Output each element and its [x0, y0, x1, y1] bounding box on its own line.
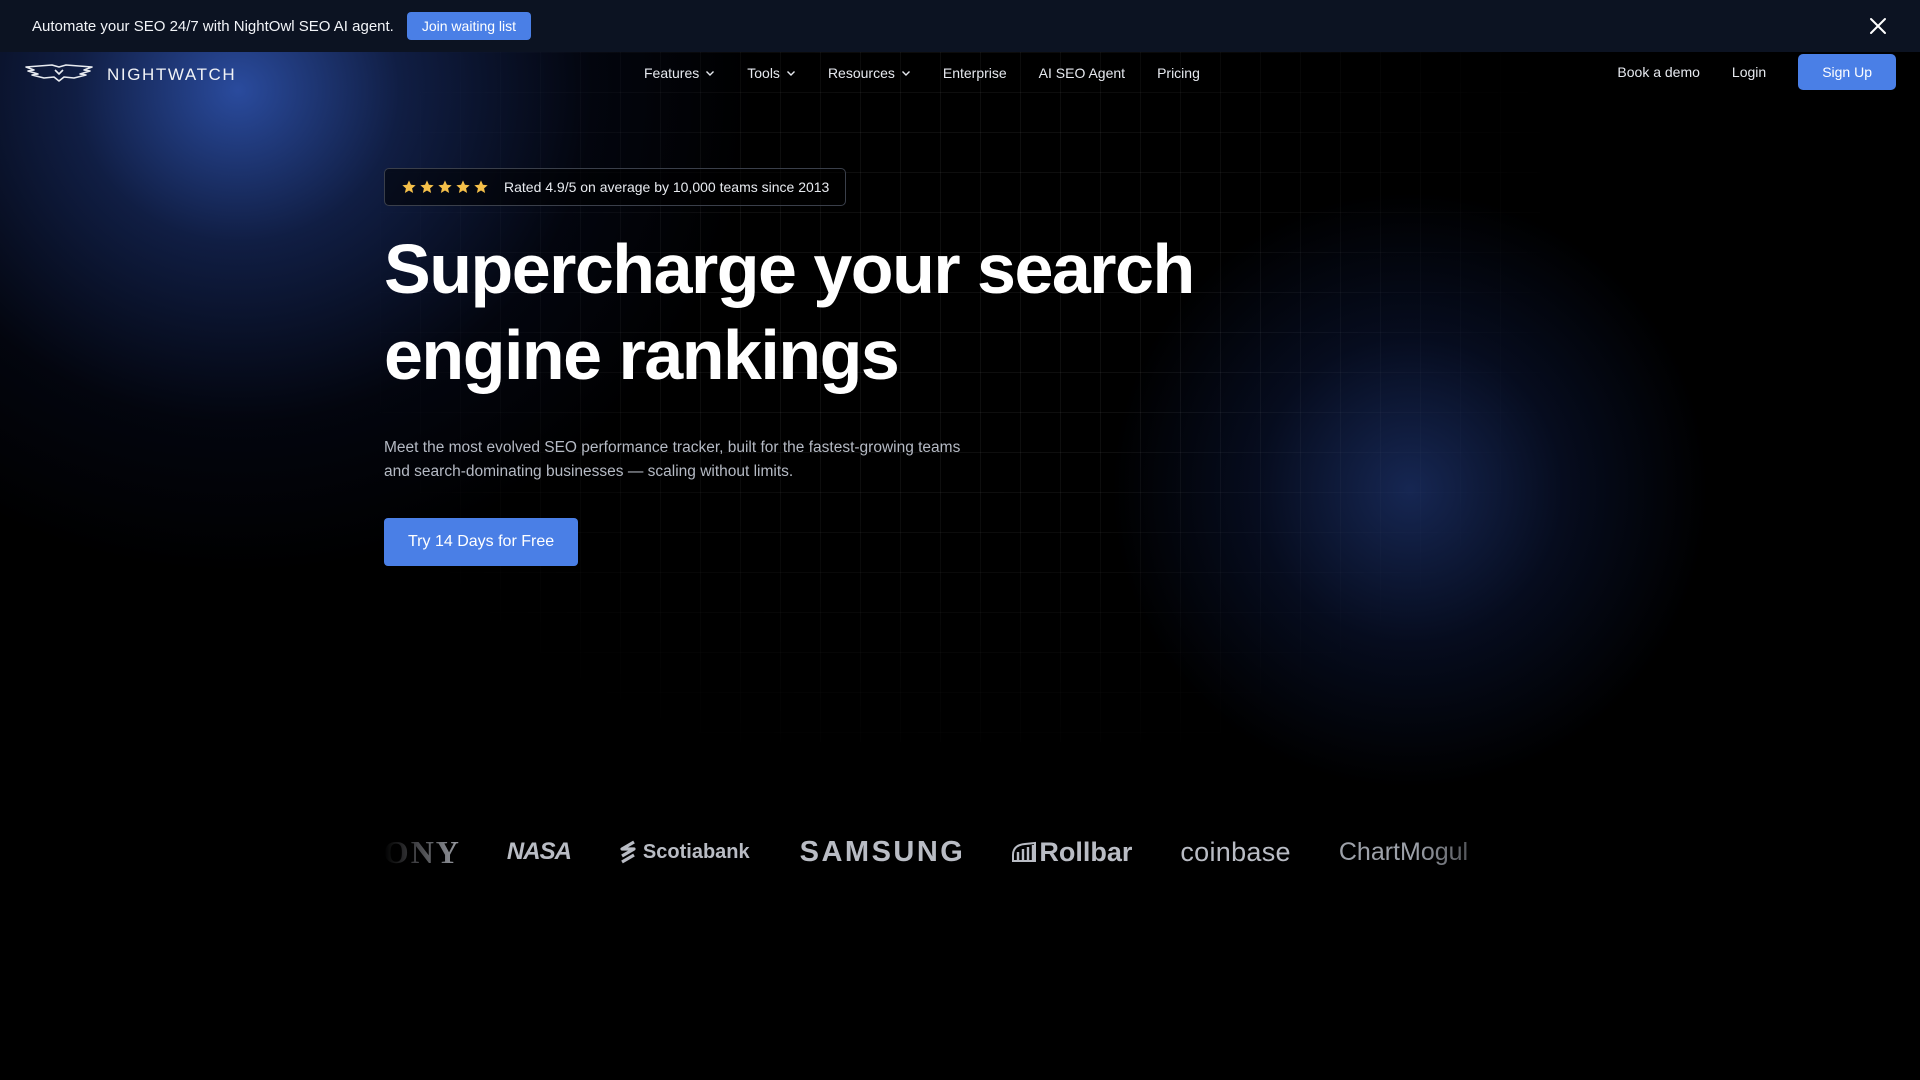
free-trial-button[interactable]: Try 14 Days for Free	[384, 518, 579, 566]
rating-stars	[401, 179, 491, 195]
samsung-logo: SAMSUNG	[799, 835, 966, 868]
sony-logo: SONY	[384, 833, 461, 870]
login-link[interactable]: Login	[1732, 64, 1766, 80]
nav-item-resources[interactable]: Resources	[828, 65, 911, 81]
star-icon	[420, 180, 434, 193]
owl-wings-icon	[24, 61, 94, 88]
nav-item-label: AI SEO Agent	[1038, 65, 1126, 81]
coinbase-logo: coinbase	[1180, 836, 1291, 867]
brand-logo[interactable]: NIGHTWATCH	[24, 61, 236, 88]
nav-item-label: Enterprise	[942, 65, 1007, 81]
book-demo-link[interactable]: Book a demo	[1617, 64, 1700, 80]
scotiabank-icon	[620, 840, 636, 864]
page: Automate your SEO 24/7 with NightOwl SEO…	[0, 0, 1920, 1080]
hero-headline-line-2: engine rankings	[384, 316, 900, 394]
sign-up-button[interactable]: Sign Up	[1798, 54, 1896, 90]
nav-item-label: Pricing	[1157, 65, 1200, 81]
star-icon	[438, 180, 452, 193]
nav-item-pricing[interactable]: Pricing	[1157, 65, 1200, 81]
star-icon	[402, 180, 416, 193]
nav-item-tools[interactable]: Tools	[747, 65, 796, 81]
hero-headline-line-1: Supercharge your search	[384, 230, 1195, 308]
close-icon[interactable]	[1866, 14, 1890, 38]
nav-actions: Book a demo Login Sign Up	[1617, 54, 1896, 90]
join-waiting-list-button[interactable]: Join waiting list	[406, 12, 532, 40]
scotiabank-logo: Scotiabank	[619, 840, 750, 864]
chevron-down-icon	[786, 71, 795, 76]
chevron-down-icon	[901, 71, 910, 76]
hero-subtext: Meet the most evolved SEO performance tr…	[384, 439, 961, 480]
chartmogul-logo: ChartMogul	[1338, 837, 1469, 866]
nav-item-features[interactable]: Features	[644, 65, 715, 81]
announcement-bar: Automate your SEO 24/7 with NightOwl SEO…	[0, 0, 1920, 52]
nav-item-label: Resources	[827, 65, 895, 81]
nasa-logo: NASA	[506, 838, 572, 865]
rating-badge: Rated 4.9/5 on average by 10,000 teams s…	[384, 168, 847, 206]
nav-item-ai-seo-agent[interactable]: AI SEO Agent	[1039, 65, 1125, 81]
nav-item-label: Tools	[747, 65, 780, 81]
main-nav: NIGHTWATCH Features Tools Resources Ente…	[0, 52, 1920, 94]
rollbar-logo: Rollbar	[1011, 837, 1132, 868]
scotiabank-logo-text: Scotiabank	[642, 840, 750, 863]
brand-name: NIGHTWATCH	[107, 64, 237, 84]
star-icon	[456, 180, 470, 193]
customer-logos: SONY NASA Scotiabank SAMSUNG Rollbar coi…	[384, 826, 1530, 878]
announcement-text: Automate your SEO 24/7 with NightOwl SEO…	[32, 17, 394, 35]
nav-menu: Features Tools Resources Enterprise AI S…	[644, 52, 1232, 94]
rollbar-logo-text: Rollbar	[1039, 836, 1133, 867]
rating-text: Rated 4.9/5 on average by 10,000 teams s…	[504, 179, 830, 195]
rollbar-icon	[1012, 841, 1037, 862]
hero-section: Rated 4.9/5 on average by 10,000 teams s…	[384, 168, 1264, 566]
star-icon	[474, 180, 488, 193]
chevron-down-icon	[706, 71, 715, 76]
hero-headline: Supercharge your search engine rankings	[384, 226, 1264, 398]
nav-item-label: Features	[644, 65, 700, 81]
nav-item-enterprise[interactable]: Enterprise	[943, 65, 1007, 81]
